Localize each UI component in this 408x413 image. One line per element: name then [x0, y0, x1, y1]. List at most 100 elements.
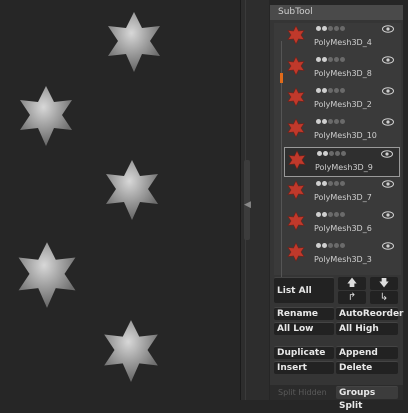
subtool-row[interactable]: PolyMesh3D_8	[284, 54, 400, 84]
toggle-dot-icon[interactable]	[316, 119, 321, 124]
duplicate-button[interactable]: Duplicate	[274, 346, 334, 359]
subtool-toggles[interactable]	[316, 212, 346, 220]
subtool-panel: SubTool PolyMesh3D_4 PolyMesh3D_8 PolyMesh…	[270, 5, 404, 411]
toggle-dot-icon[interactable]	[334, 119, 339, 124]
toggle-dot-icon[interactable]	[316, 212, 321, 217]
toggle-dot-icon[interactable]	[328, 119, 333, 124]
move-up-icon[interactable]: ↱	[338, 291, 366, 304]
subtool-toggles[interactable]	[316, 26, 346, 34]
toggle-dot-icon[interactable]	[340, 243, 345, 248]
subtool-row[interactable]: PolyMesh3D_7	[284, 178, 400, 208]
toggle-dot-icon[interactable]	[322, 26, 327, 31]
star-mesh-1[interactable]	[102, 10, 166, 74]
star-mesh-4[interactable]	[12, 240, 82, 310]
auto-reorder-button[interactable]: AutoReorder	[336, 307, 404, 320]
star-mesh-3[interactable]	[100, 158, 164, 222]
scroll-position-marker[interactable]	[280, 73, 283, 83]
eye-icon[interactable]	[382, 118, 394, 126]
toggle-dot-icon[interactable]	[328, 181, 333, 186]
eye-icon[interactable]	[382, 211, 394, 219]
toggle-dot-icon[interactable]	[334, 57, 339, 62]
toggle-dot-icon[interactable]	[334, 243, 339, 248]
star-thumbnail-icon	[287, 242, 305, 262]
panel-divider[interactable]: ◀	[240, 0, 269, 400]
toggle-dot-icon[interactable]	[335, 151, 340, 156]
toggle-dot-icon[interactable]	[341, 151, 346, 156]
insert-button[interactable]: Insert	[274, 361, 334, 374]
toggle-dot-icon[interactable]	[329, 151, 334, 156]
move-down-icon[interactable]: ↳	[370, 291, 398, 304]
star-thumbnail-icon	[287, 25, 305, 45]
toggle-dot-icon[interactable]	[316, 57, 321, 62]
append-button[interactable]: Append	[336, 346, 398, 359]
toggle-dot-icon[interactable]	[328, 212, 333, 217]
subtool-name: PolyMesh3D_4	[314, 38, 372, 47]
toggle-dot-icon[interactable]	[317, 151, 322, 156]
toggle-dot-icon[interactable]	[340, 119, 345, 124]
eye-icon[interactable]	[382, 242, 394, 250]
toggle-dot-icon[interactable]	[334, 88, 339, 93]
toggle-dot-icon[interactable]	[316, 243, 321, 248]
subtool-name: PolyMesh3D_2	[314, 100, 372, 109]
star-thumbnail-icon	[287, 211, 305, 231]
toggle-dot-icon[interactable]	[334, 181, 339, 186]
subtool-row[interactable]: PolyMesh3D_10	[284, 116, 400, 146]
toggle-dot-icon[interactable]	[328, 26, 333, 31]
subtool-toggles[interactable]	[316, 243, 346, 251]
star-mesh-5[interactable]	[98, 318, 164, 384]
split-hidden-button[interactable]: Split Hidden	[278, 388, 327, 397]
subtool-name: PolyMesh3D_8	[314, 69, 372, 78]
toggle-dot-icon[interactable]	[340, 181, 345, 186]
subtool-name: PolyMesh3D_7	[314, 193, 372, 202]
delete-button[interactable]: Delete	[336, 361, 398, 374]
toggle-dot-icon[interactable]	[323, 151, 328, 156]
subtool-list: PolyMesh3D_4 PolyMesh3D_8 PolyMesh3D_2 Poly…	[274, 23, 401, 291]
toggle-dot-icon[interactable]	[334, 212, 339, 217]
subtool-toggles[interactable]	[317, 151, 347, 159]
toggle-dot-icon[interactable]	[328, 57, 333, 62]
toggle-dot-icon[interactable]	[322, 88, 327, 93]
toggle-dot-icon[interactable]	[322, 181, 327, 186]
subtool-toggles[interactable]	[316, 181, 346, 189]
eye-icon[interactable]	[382, 87, 394, 95]
toggle-dot-icon[interactable]	[322, 243, 327, 248]
all-low-button[interactable]: All Low	[274, 322, 334, 335]
star-mesh-2[interactable]	[14, 84, 78, 148]
list-all-button[interactable]: List All	[274, 277, 334, 303]
subtool-toggles[interactable]	[316, 57, 346, 65]
subtool-toggles[interactable]	[316, 88, 346, 96]
subtool-row[interactable]: PolyMesh3D_2	[284, 85, 400, 115]
eye-icon[interactable]	[381, 150, 393, 158]
all-high-button[interactable]: All High	[336, 322, 398, 335]
eye-icon[interactable]	[382, 56, 394, 64]
toggle-dot-icon[interactable]	[340, 57, 345, 62]
eye-icon[interactable]	[382, 180, 394, 188]
groups-split-button[interactable]: Groups Split	[336, 386, 398, 411]
subtool-row[interactable]: PolyMesh3D_3	[284, 240, 400, 270]
toggle-dot-icon[interactable]	[340, 88, 345, 93]
star-thumbnail-icon	[287, 180, 305, 200]
down-arrow-icon[interactable]: 🡇	[370, 277, 398, 290]
subtool-row[interactable]: PolyMesh3D_4	[284, 23, 400, 53]
subtool-row[interactable]: PolyMesh3D_9	[284, 147, 400, 177]
toggle-dot-icon[interactable]	[334, 26, 339, 31]
toggle-dot-icon[interactable]	[340, 26, 345, 31]
toggle-dot-icon[interactable]	[316, 181, 321, 186]
eye-icon[interactable]	[382, 25, 394, 33]
subtool-row[interactable]: PolyMesh3D_6	[284, 209, 400, 239]
toggle-dot-icon[interactable]	[316, 26, 321, 31]
toggle-dot-icon[interactable]	[322, 57, 327, 62]
toggle-dot-icon[interactable]	[328, 88, 333, 93]
toggle-dot-icon[interactable]	[322, 119, 327, 124]
rename-button[interactable]: Rename	[274, 307, 334, 320]
star-thumbnail-icon	[287, 56, 305, 76]
toggle-dot-icon[interactable]	[340, 212, 345, 217]
canvas-viewport[interactable]	[0, 0, 240, 400]
collapse-arrow-icon[interactable]: ◀	[244, 200, 251, 210]
subtool-toggles[interactable]	[316, 119, 346, 127]
toggle-dot-icon[interactable]	[316, 88, 321, 93]
panel-title[interactable]: SubTool	[270, 5, 403, 20]
up-arrow-icon[interactable]: 🡅	[338, 277, 366, 290]
toggle-dot-icon[interactable]	[328, 243, 333, 248]
toggle-dot-icon[interactable]	[322, 212, 327, 217]
